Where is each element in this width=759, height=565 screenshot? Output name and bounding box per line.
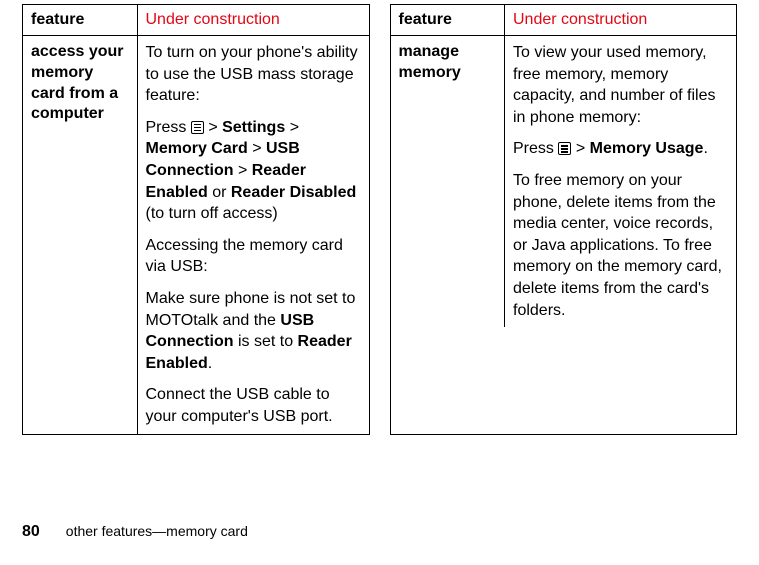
footer-section-title: other features—memory card	[66, 523, 248, 539]
right-header-feature: feature	[391, 5, 505, 36]
right-content-row: manage memory To view your used memory, …	[391, 36, 737, 328]
left-header-status: Under construction	[137, 5, 369, 36]
text-dot: .	[208, 355, 212, 372]
page-footer: 80 other features—memory card	[22, 523, 248, 541]
content-columns: feature Under construction access your m…	[0, 0, 759, 435]
text-press: Press	[513, 140, 554, 157]
text-press: Press	[146, 119, 187, 136]
left-header-row: feature Under construction	[23, 5, 369, 36]
left-p1: To turn on your phone's ability to use t…	[146, 42, 361, 107]
text-dot: .	[703, 140, 707, 157]
left-p3: Accessing the memory card via USB:	[146, 235, 361, 278]
left-header-feature: feature	[23, 5, 137, 36]
text-gt: >	[252, 140, 261, 157]
text-gt: >	[290, 119, 299, 136]
text-gt: >	[238, 162, 247, 179]
right-feature-desc: To view your used memory, free memory, m…	[505, 36, 737, 328]
right-feature-name: manage memory	[391, 36, 505, 328]
right-p2: Press > Memory Usage.	[513, 138, 728, 160]
left-p4: Make sure phone is not set to MOTOtalk a…	[146, 288, 361, 374]
left-table: feature Under construction access your m…	[22, 4, 370, 435]
text-tail: (to turn off access)	[146, 205, 278, 222]
text-mid: is set to	[238, 333, 293, 350]
menu-icon	[191, 121, 204, 134]
right-header-status: Under construction	[505, 5, 737, 36]
text-reader-disabled: Reader Disabled	[231, 184, 356, 201]
text-pre: Make sure phone is not set to MOTOtalk a…	[146, 290, 356, 329]
right-header-row: feature Under construction	[391, 5, 737, 36]
text-memory-card: Memory Card	[146, 140, 248, 157]
text-or: or	[212, 184, 226, 201]
right-p1: To view your used memory, free memory, m…	[513, 42, 728, 128]
text-settings: Settings	[222, 119, 285, 136]
text-memory-usage: Memory Usage	[590, 140, 704, 157]
text-gt: >	[576, 140, 585, 157]
right-p3: To free memory on your phone, delete ite…	[513, 170, 728, 321]
right-table: feature Under construction manage memory…	[390, 4, 738, 435]
text-gt: >	[208, 119, 217, 136]
menu-icon	[558, 142, 571, 155]
left-p2: Press > Settings > Memory Card > USB Con…	[146, 117, 361, 225]
left-content-row: access your memory card from a computer …	[23, 36, 369, 434]
left-feature-name: access your memory card from a computer	[23, 36, 137, 434]
page-number: 80	[22, 523, 40, 541]
left-feature-desc: To turn on your phone's ability to use t…	[137, 36, 369, 434]
left-p5: Connect the USB cable to your computer's…	[146, 384, 361, 427]
